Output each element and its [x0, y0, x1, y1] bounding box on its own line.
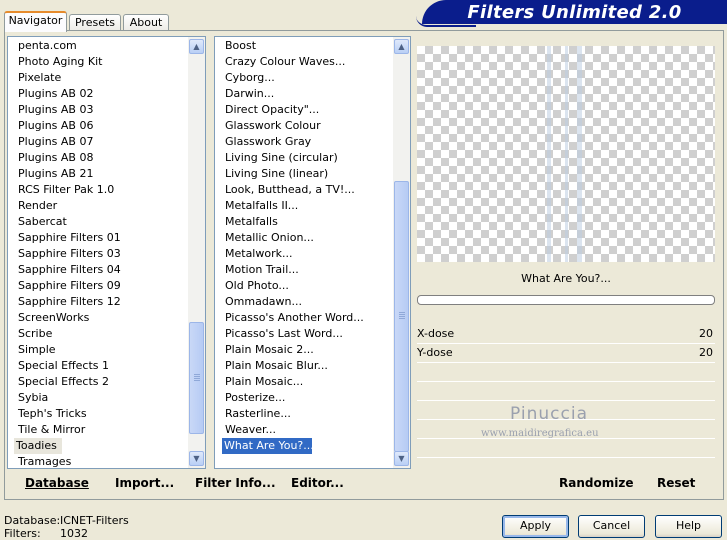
randomize-button[interactable]: Randomize [559, 476, 633, 490]
watermark-url: www.maidiregrafica.eu [481, 428, 599, 439]
cancel-button[interactable]: Cancel [578, 515, 645, 538]
category-list-item[interactable]: Sapphire Filters 04 [8, 262, 188, 278]
filter-list-item[interactable]: Posterize... [215, 390, 393, 406]
filter-list-item[interactable]: Picasso's Last Word... [215, 326, 393, 342]
category-list-item[interactable]: penta.com [8, 38, 188, 54]
category-list-item[interactable]: Tramages [8, 454, 188, 468]
filter-list-item[interactable]: Weaver... [215, 422, 393, 438]
filter-list-item[interactable]: Plain Mosaic Blur... [215, 358, 393, 374]
filter-list-item[interactable]: Metallic Onion... [215, 230, 393, 246]
param-row-y-dose[interactable]: Y-dose 20 [417, 344, 715, 363]
filter-list-item[interactable]: Crazy Colour Waves... [215, 54, 393, 70]
filter-list-item[interactable]: Motion Trail... [215, 262, 393, 278]
status-filters-value: 1032 [60, 527, 88, 540]
database-button[interactable]: Database [25, 476, 89, 490]
category-list-item[interactable]: RCS Filter Pak 1.0 [8, 182, 188, 198]
tab-presets[interactable]: Presets [69, 14, 121, 31]
category-list-item[interactable]: Plugins AB 03 [8, 102, 188, 118]
filter-list-item[interactable]: Picasso's Another Word... [215, 310, 393, 326]
param-row-empty [417, 363, 715, 382]
category-list-item[interactable]: Plugins AB 06 [8, 118, 188, 134]
category-list-item[interactable]: Special Effects 1 [8, 358, 188, 374]
filter-list-item[interactable]: What Are You?... [222, 438, 314, 454]
scroll-up-icon[interactable]: ▲ [189, 39, 204, 54]
scroll-up-icon[interactable]: ▲ [394, 39, 409, 54]
filter-list-item[interactable]: Darwin... [215, 86, 393, 102]
help-button[interactable]: Help [655, 515, 722, 538]
category-list-item[interactable]: Pixelate [8, 70, 188, 86]
filter-list-item[interactable]: Old Photo... [215, 278, 393, 294]
editor-button[interactable]: Editor... [291, 476, 344, 490]
category-list-item[interactable]: Photo Aging Kit [8, 54, 188, 70]
preview-canvas [417, 46, 715, 262]
param-value[interactable]: 20 [699, 325, 713, 343]
param-row-empty [417, 382, 715, 401]
category-list-item[interactable]: Special Effects 2 [8, 374, 188, 390]
filter-list-item[interactable]: Plain Mosaic... [215, 374, 393, 390]
filter-list[interactable]: Boost Crazy Colour Waves... Cyborg... Darwi… [214, 36, 411, 469]
parameter-panel: X-dose 20 Y-dose 20 [417, 325, 715, 470]
filter-list-item[interactable]: Living Sine (linear) [215, 166, 393, 182]
watermark-name: Pinuccia [510, 404, 588, 424]
param-label: Y-dose [417, 346, 453, 359]
filter-list-item[interactable]: Metalfalls II... [215, 198, 393, 214]
param-value[interactable]: 20 [699, 344, 713, 362]
scroll-down-icon[interactable]: ▼ [189, 451, 204, 466]
selected-filter-title: What Are You?... [521, 272, 611, 285]
param-row-empty [417, 439, 715, 458]
tab-navigator[interactable]: Navigator [4, 11, 67, 32]
filter-list-item[interactable]: Metalfalls [215, 214, 393, 230]
import-button[interactable]: Import... [115, 476, 174, 490]
filter-list-item[interactable]: Look, Butthead, a TV!... [215, 182, 393, 198]
filter-list-item[interactable]: Glasswork Gray [215, 134, 393, 150]
tab-about[interactable]: About [123, 14, 169, 31]
category-list-item[interactable]: Tile & Mirror [8, 422, 188, 438]
app-title-banner: Filters Unlimited 2.0 [416, 0, 727, 27]
category-list-item[interactable]: Scribe [8, 326, 188, 342]
category-list-item[interactable]: Sabercat [8, 214, 188, 230]
category-list-item[interactable]: Plugins AB 07 [8, 134, 188, 150]
filter-list-item[interactable]: Metalwork... [215, 246, 393, 262]
filter-scroll-thumb[interactable] [394, 181, 409, 452]
status-filters-label: Filters: [4, 527, 41, 540]
filter-list-item[interactable]: Direct Opacity"... [215, 102, 393, 118]
filter-scrollbar[interactable]: ▲ ▼ [393, 37, 410, 468]
status-database: Database: ICNET-Filters [4, 514, 129, 527]
category-list-item[interactable]: Plugins AB 02 [8, 86, 188, 102]
apply-button[interactable]: Apply [502, 515, 569, 538]
category-list-item[interactable]: Plugins AB 08 [8, 150, 188, 166]
category-list-item[interactable]: Sapphire Filters 03 [8, 246, 188, 262]
filter-list-item[interactable]: Boost [215, 38, 393, 54]
category-list-item[interactable]: Teph's Tricks [8, 406, 188, 422]
status-filters: Filters: 1032 [4, 527, 88, 540]
category-list-item[interactable]: Sapphire Filters 01 [8, 230, 188, 246]
category-list-item[interactable]: ScreenWorks [8, 310, 188, 326]
category-list-item[interactable]: Sapphire Filters 09 [8, 278, 188, 294]
status-database-label: Database: [4, 514, 61, 527]
category-list-item[interactable]: Render [8, 198, 188, 214]
filter-list-item[interactable]: Plain Mosaic 2... [215, 342, 393, 358]
param-label: X-dose [417, 327, 455, 340]
progress-bar [417, 295, 715, 305]
reset-button[interactable]: Reset [657, 476, 695, 490]
filter-list-item[interactable]: Cyborg... [215, 70, 393, 86]
category-scroll-thumb[interactable] [189, 322, 204, 434]
category-list-item[interactable]: Sapphire Filters 12 [8, 294, 188, 310]
category-list-item[interactable]: Toadies [14, 438, 62, 454]
category-list-item[interactable]: Plugins AB 21 [8, 166, 188, 182]
filter-list-item[interactable]: Glasswork Colour [215, 118, 393, 134]
category-list-item[interactable]: Sybia [8, 390, 188, 406]
filter-list-item[interactable]: Ommadawn... [215, 294, 393, 310]
param-row-x-dose[interactable]: X-dose 20 [417, 325, 715, 344]
filter-list-item[interactable]: Living Sine (circular) [215, 150, 393, 166]
filter-info-button[interactable]: Filter Info... [195, 476, 276, 490]
category-list[interactable]: penta.com Photo Aging Kit Pixelate Plugins … [7, 36, 206, 469]
filter-list-item[interactable]: Rasterline... [215, 406, 393, 422]
scroll-down-icon[interactable]: ▼ [394, 451, 409, 466]
category-scrollbar[interactable]: ▲ ▼ [188, 37, 205, 468]
status-database-value: ICNET-Filters [60, 514, 129, 527]
category-list-item[interactable]: Simple [8, 342, 188, 358]
